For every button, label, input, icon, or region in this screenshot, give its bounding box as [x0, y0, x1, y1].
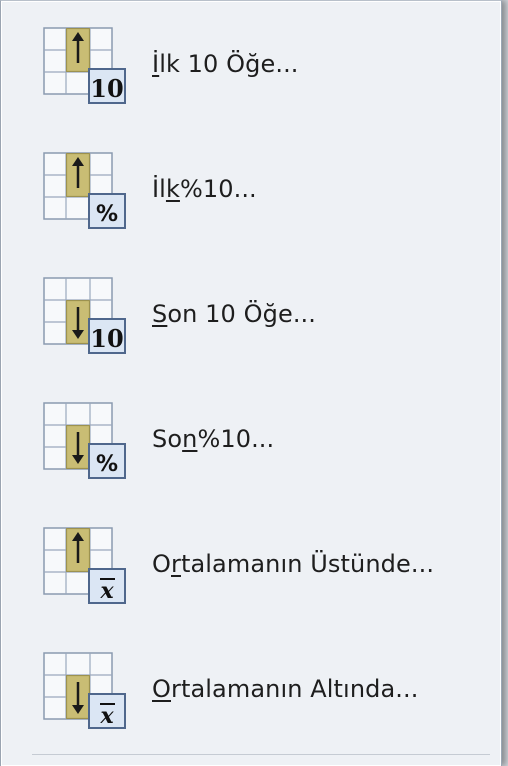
svg-text:x: x	[99, 578, 114, 604]
top-10-percent-icon: %	[43, 152, 127, 230]
bottom-10-items-icon: 10	[43, 277, 127, 355]
menu-item-label: Son 10 Öğe...	[152, 300, 317, 328]
menu-panel: 10 İlk 10 Öğe... % İl k %10... 10 S on 1…	[1, 1, 501, 766]
menu-separator	[32, 754, 490, 755]
menu-item-label: Or talamanın Üstünde...	[152, 550, 435, 578]
svg-text:x: x	[99, 703, 114, 729]
menu-item-label: İl k %10...	[152, 175, 257, 203]
top-bottom-rules-menu: 10 İlk 10 Öğe... % İl k %10... 10 S on 1…	[0, 0, 502, 766]
menu-item-below-average[interactable]: x Ortalamanın Altında...	[3, 627, 501, 751]
above-average-icon: x	[43, 527, 127, 605]
menu-item-above-average[interactable]: x Or talamanın Üstünde...	[3, 502, 501, 626]
bottom-10-percent-icon: %	[43, 402, 127, 480]
top-10-items-icon: 10	[43, 27, 127, 105]
below-average-icon: x	[43, 652, 127, 730]
menu-item-label: İlk 10 Öğe...	[152, 50, 299, 78]
svg-text:10: 10	[90, 74, 123, 103]
menu-item-top-10-items[interactable]: 10 İlk 10 Öğe...	[3, 2, 501, 126]
svg-text:10: 10	[90, 324, 123, 353]
svg-text:%: %	[96, 452, 118, 477]
menu-item-label: Ortalamanın Altında...	[152, 675, 419, 703]
menu-item-label: So n %10...	[152, 425, 275, 453]
svg-text:%: %	[96, 202, 118, 227]
menu-item-bottom-10-percent[interactable]: % So n %10...	[3, 377, 501, 501]
menu-item-bottom-10-items[interactable]: 10 Son 10 Öğe...	[3, 252, 501, 376]
menu-item-top-10-percent[interactable]: % İl k %10...	[3, 127, 501, 251]
